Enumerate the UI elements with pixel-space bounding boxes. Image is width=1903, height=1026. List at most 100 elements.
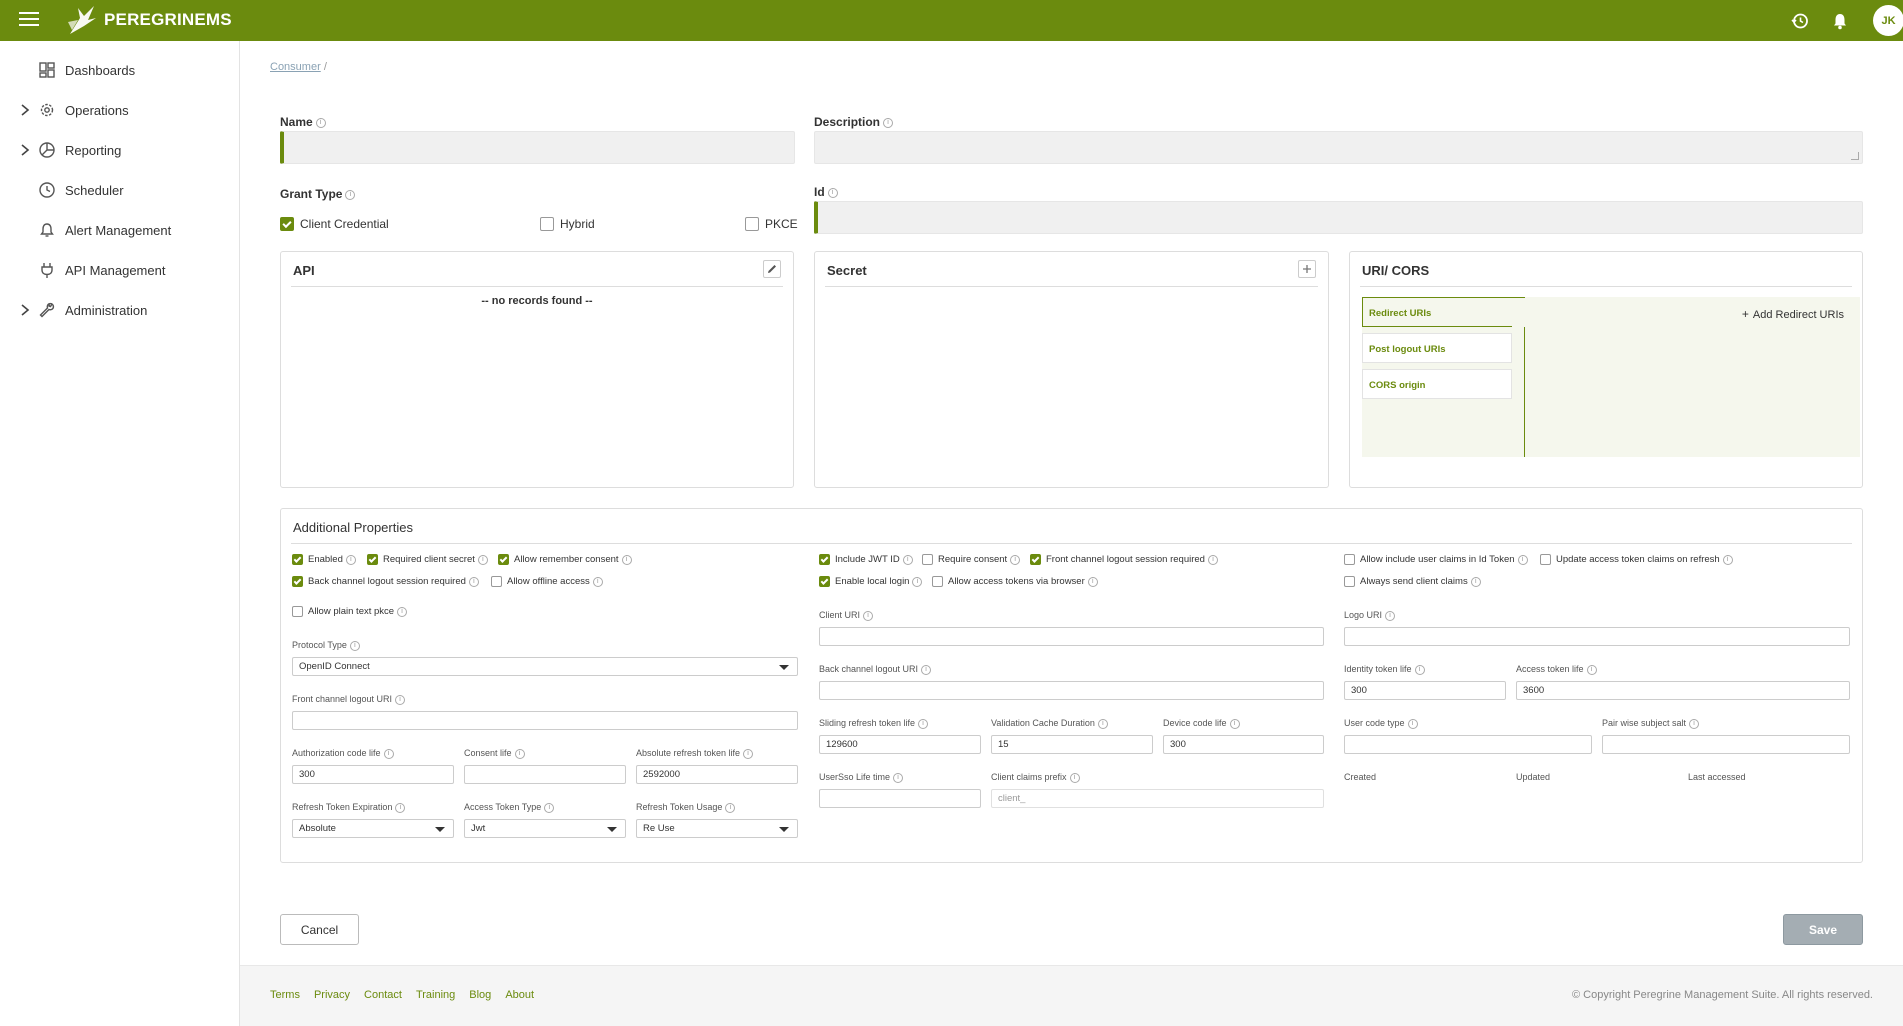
info-icon[interactable]: i (621, 554, 632, 565)
checkbox-box[interactable] (922, 554, 933, 565)
checkbox-box[interactable] (292, 576, 303, 587)
checkbox-box[interactable] (292, 606, 303, 617)
info-icon[interactable]: i (383, 748, 394, 759)
access-token-type-select[interactable]: Jwt (464, 819, 626, 838)
sidebar-item-api-management[interactable]: API Management (0, 255, 239, 285)
checkbox-box[interactable] (819, 576, 830, 587)
include-jwt-id-checkbox[interactable]: Include JWT ID i (819, 554, 913, 565)
info-icon[interactable]: i (477, 554, 488, 565)
info-icon[interactable]: i (902, 554, 913, 565)
save-button[interactable]: Save (1783, 914, 1863, 945)
checkbox-box[interactable] (1344, 554, 1355, 565)
back-channel-logout-uri-input[interactable] (819, 681, 1324, 700)
client-claims-prefix-input[interactable]: client_ (991, 789, 1324, 808)
footer-link-terms[interactable]: Terms (270, 989, 300, 1001)
grant-type-hybrid-checkbox[interactable]: Hybrid (540, 217, 595, 231)
info-icon[interactable]: i (1010, 554, 1021, 565)
hamburger-menu-icon[interactable] (19, 12, 39, 28)
validation-cache-duration-input[interactable]: 15 (991, 735, 1153, 754)
tab-redirect-uris[interactable]: Redirect URIs (1362, 297, 1512, 327)
enable-local-login-checkbox[interactable]: Enable local login i (819, 576, 923, 587)
info-icon[interactable]: i (827, 187, 838, 198)
allow-remember-consent-checkbox[interactable]: Allow remember consent i (498, 554, 632, 565)
info-icon[interactable]: i (1517, 554, 1528, 565)
required-client-secret-checkbox[interactable]: Required client secret i (367, 554, 488, 565)
checkbox-box[interactable] (498, 554, 509, 565)
authorization-code-life-input[interactable]: 300 (292, 765, 454, 784)
footer-link-blog[interactable]: Blog (469, 989, 491, 1001)
checkbox-box[interactable] (540, 217, 554, 231)
resize-handle-icon[interactable] (1851, 152, 1859, 160)
footer-link-contact[interactable]: Contact (364, 989, 402, 1001)
back-channel-logout-session-required-checkbox[interactable]: Back channel logout session required i (292, 576, 479, 587)
info-icon[interactable]: i (1087, 576, 1098, 587)
sidebar-item-scheduler[interactable]: Scheduler (0, 175, 239, 205)
edit-api-button[interactable] (763, 260, 781, 278)
sidebar-item-dashboards[interactable]: Dashboards (0, 55, 239, 85)
info-icon[interactable]: i (883, 117, 894, 128)
info-icon[interactable]: i (743, 748, 754, 759)
sidebar-item-operations[interactable]: Operations (0, 95, 239, 125)
bell-icon[interactable] (1830, 11, 1850, 31)
info-icon[interactable]: i (1414, 664, 1425, 675)
info-icon[interactable]: i (1097, 718, 1108, 729)
logo-uri-input[interactable] (1344, 627, 1850, 646)
refresh-token-expiration-select[interactable]: Absolute (292, 819, 454, 838)
info-icon[interactable]: i (1407, 718, 1418, 729)
checkbox-box[interactable] (280, 217, 294, 231)
grant-type-client-credential-checkbox[interactable]: Client Credential (280, 217, 389, 231)
info-icon[interactable]: i (397, 606, 408, 617)
client-uri-input[interactable] (819, 627, 1324, 646)
app-logo[interactable]: PEREGRINEMS (66, 4, 232, 36)
info-icon[interactable]: i (345, 554, 356, 565)
checkbox-box[interactable] (491, 576, 502, 587)
checkbox-box[interactable] (932, 576, 943, 587)
checkbox-box[interactable] (1030, 554, 1041, 565)
description-textarea[interactable] (814, 131, 1863, 164)
info-icon[interactable]: i (921, 664, 932, 675)
checkbox-box[interactable] (819, 554, 830, 565)
info-icon[interactable]: i (514, 748, 525, 759)
allow-plain-text-pkce-checkbox[interactable]: Allow plain text pkce i (292, 606, 408, 617)
footer-link-privacy[interactable]: Privacy (314, 989, 350, 1001)
checkbox-box[interactable] (367, 554, 378, 565)
tab-post-logout-uris[interactable]: Post logout URIs (1362, 333, 1512, 363)
sidebar-item-alert-management[interactable]: Alert Management (0, 215, 239, 245)
sidebar-item-administration[interactable]: Administration (0, 295, 239, 325)
checkbox-box[interactable] (1344, 576, 1355, 587)
allow-access-tokens-via-browser-checkbox[interactable]: Allow access tokens via browser i (932, 576, 1098, 587)
info-icon[interactable]: i (1689, 718, 1700, 729)
info-icon[interactable]: i (395, 694, 406, 705)
id-input[interactable] (814, 201, 1863, 234)
require-consent-checkbox[interactable]: Require consent i (922, 554, 1021, 565)
grant-type-pkce-checkbox[interactable]: PKCE (745, 217, 798, 231)
consent-life-input[interactable] (464, 765, 626, 784)
always-send-client-claims-checkbox[interactable]: Always send client claims i (1344, 576, 1481, 587)
info-icon[interactable]: i (1385, 610, 1396, 621)
add-redirect-uris-button[interactable]: + Add Redirect URIs (1742, 307, 1844, 321)
cancel-button[interactable]: Cancel (280, 914, 359, 945)
info-icon[interactable]: i (395, 802, 406, 813)
history-icon[interactable] (1790, 11, 1810, 31)
checkbox-box[interactable] (745, 217, 759, 231)
identity-token-life-input[interactable]: 300 (1344, 681, 1506, 700)
allow-offline-access-checkbox[interactable]: Allow offline access i (491, 576, 603, 587)
info-icon[interactable]: i (468, 576, 479, 587)
user-code-type-input[interactable] (1344, 735, 1592, 754)
add-secret-button[interactable] (1298, 260, 1316, 278)
allow-include-user-claims-checkbox[interactable]: Allow include user claims in Id Token i (1344, 554, 1528, 565)
info-icon[interactable]: i (893, 772, 904, 783)
info-icon[interactable]: i (1229, 718, 1240, 729)
pair-wise-subject-salt-input[interactable] (1602, 735, 1850, 754)
info-icon[interactable]: i (918, 718, 929, 729)
access-token-life-input[interactable]: 3600 (1516, 681, 1850, 700)
breadcrumb-link-consumer[interactable]: Consumer (270, 61, 321, 73)
tab-cors-origin[interactable]: CORS origin (1362, 369, 1512, 399)
info-icon[interactable]: i (863, 610, 874, 621)
user-avatar[interactable]: JK (1873, 5, 1903, 36)
footer-link-about[interactable]: About (505, 989, 534, 1001)
device-code-life-input[interactable]: 300 (1163, 735, 1324, 754)
enabled-checkbox[interactable]: Enabled i (292, 554, 356, 565)
info-icon[interactable]: i (1069, 772, 1080, 783)
refresh-token-usage-select[interactable]: Re Use (636, 819, 798, 838)
